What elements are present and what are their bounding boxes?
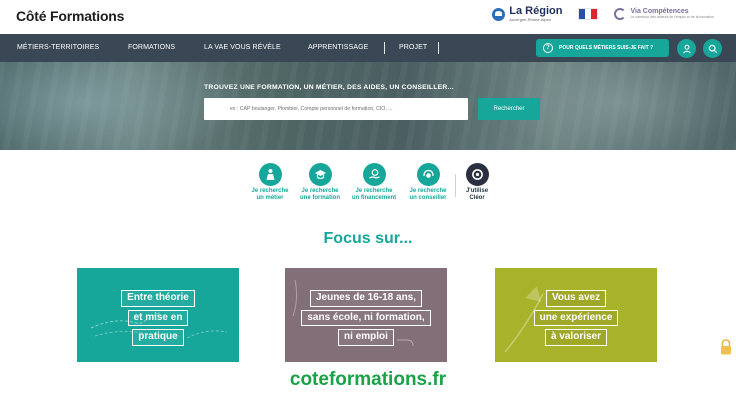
worker-icon — [258, 163, 282, 186]
region-name: La Région — [509, 5, 563, 17]
nav-item-vae[interactable]: LA VAE VOUS RÉVÈLE — [204, 44, 281, 51]
quick-action-line1: J'utilise — [465, 188, 489, 194]
quick-action-metier[interactable]: Je recherche un métier — [242, 163, 298, 201]
via-subtitle: Le carrefour des acteurs de l'emploi et … — [630, 15, 714, 20]
focus-card-line: une expérience — [533, 309, 619, 326]
focus-card-experience[interactable]: Vous avez une expérience à valoriser — [495, 268, 657, 362]
which-jobs-label: POUR QUELS MÉTIERS SUIS-JE FAIT ? — [559, 45, 654, 51]
user-icon — [682, 44, 691, 53]
focus-card-theory-practice[interactable]: Entre théorie et mise en pratique — [77, 268, 239, 362]
quick-action-line1: Je recherche — [251, 188, 289, 194]
region-logo[interactable]: La Région Auvergne-Rhône-Alpes — [492, 6, 562, 22]
focus-card-line: et mise en — [127, 309, 189, 326]
quick-action-cleor[interactable]: J'utilise Cléor — [449, 163, 505, 201]
quick-action-line1: Je recherche — [355, 188, 393, 194]
partner-logos: La Région Auvergne-Rhône-Alpes Via Compé… — [492, 6, 714, 22]
region-mark-icon — [492, 7, 506, 21]
question-icon: ? — [543, 43, 553, 53]
nav-separator — [384, 42, 385, 54]
nav-item-apprentissage[interactable]: APPRENTISSAGE — [308, 44, 368, 51]
via-check-icon — [614, 8, 627, 20]
nav-separator — [438, 42, 439, 54]
quick-action-line2: un conseiller — [409, 194, 447, 201]
quick-action-line2: une formation — [300, 194, 340, 201]
focus-card-line: ni emploi — [338, 329, 394, 346]
which-jobs-button[interactable]: ? POUR QUELS MÉTIERS SUIS-JE FAIT ? — [536, 39, 669, 57]
hero-search-banner: TROUVEZ UNE FORMATION, UN MÉTIER, DES AI… — [0, 62, 736, 150]
lock-icon[interactable] — [719, 338, 733, 356]
site-logo[interactable]: Côté Formations — [16, 8, 124, 24]
focus-cards: Entre théorie et mise en pratique Jeunes… — [0, 268, 736, 362]
quick-action-line2: un métier — [256, 194, 284, 201]
focus-card-line: Entre théorie — [121, 290, 195, 307]
quick-actions: Je recherche un métier Je recherche une fo… — [0, 150, 736, 230]
focus-card-line: Jeunes de 16-18 ans, — [309, 290, 423, 307]
top-header: Côté Formations La Région Auvergne-Rhône… — [0, 0, 736, 34]
via-name: Via Compétences — [630, 8, 689, 16]
quick-action-financement[interactable]: Je recherche un financement — [346, 163, 402, 201]
account-button[interactable] — [677, 39, 696, 58]
search-icon — [708, 44, 717, 53]
focus-card-line: pratique — [132, 329, 184, 346]
region-subtitle: Auvergne-Rhône-Alpes — [509, 17, 551, 22]
quick-action-line1: Je recherche — [301, 188, 339, 194]
site-url-caption: coteformations.fr — [289, 369, 447, 390]
nav-item-projet[interactable]: PROJET — [399, 44, 427, 51]
quick-action-line2: un financement — [351, 194, 397, 201]
cleor-logo-icon — [465, 163, 489, 186]
quick-action-formation[interactable]: Je recherche une formation — [292, 163, 348, 201]
main-nav: MÉTIERS-TERRITOIRES FORMATIONS LA VAE VO… — [0, 34, 736, 62]
advisor-icon — [416, 163, 440, 186]
search-input[interactable]: ex : CAP boulanger, Plombier, Compte per… — [204, 98, 468, 120]
hero-title: TROUVEZ UNE FORMATION, UN MÉTIER, DES AI… — [204, 84, 454, 91]
quick-action-line1: Je recherche — [409, 188, 447, 194]
focus-card-young-neet[interactable]: Jeunes de 16-18 ans, sans école, ni form… — [285, 268, 447, 362]
focus-card-line: Vous avez — [545, 290, 607, 307]
search-toggle-button[interactable] — [703, 39, 722, 58]
search-button[interactable]: Rechercher — [478, 98, 540, 120]
graduation-cap-icon — [308, 163, 332, 186]
nav-item-metiers-territoires[interactable]: MÉTIERS-TERRITOIRES — [17, 44, 99, 51]
focus-card-line: sans école, ni formation, — [301, 309, 431, 326]
republique-flag-icon[interactable] — [578, 8, 599, 20]
focus-heading: Focus sur... — [323, 230, 413, 247]
quick-action-conseiller[interactable]: Je recherche un conseiller — [400, 163, 456, 201]
nav-item-formations[interactable]: FORMATIONS — [128, 44, 175, 51]
focus-card-line: à valoriser — [544, 329, 608, 346]
via-competences-logo[interactable]: Via Compétences Le carrefour des acteurs… — [614, 8, 714, 20]
money-hand-icon — [362, 163, 386, 186]
quick-action-line2: Cléor — [469, 194, 485, 201]
